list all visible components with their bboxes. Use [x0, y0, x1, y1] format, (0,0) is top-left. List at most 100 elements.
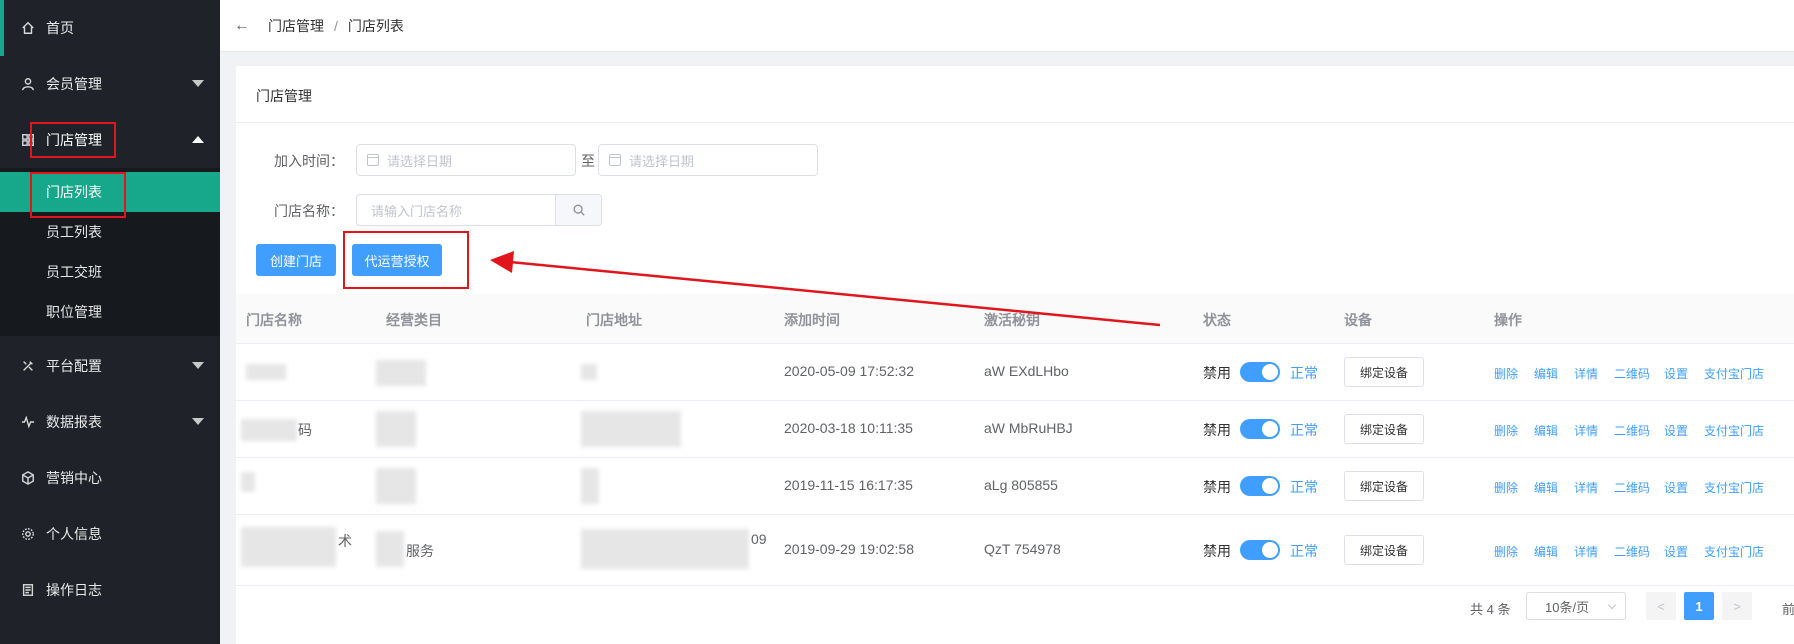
submenu-item-staff-list[interactable]: 员工列表	[0, 212, 220, 252]
bind-device-button[interactable]: 绑定设备	[1344, 357, 1424, 387]
table-row: 术 服务 09 2019-09-29 19:02:58 QzT 754978 禁…	[236, 515, 1794, 586]
edit-link[interactable]: 编辑	[1534, 365, 1558, 382]
detail-link[interactable]: 详情	[1574, 365, 1598, 382]
redacted-name	[246, 364, 286, 380]
store-name-input[interactable]: 请输入门店名称	[356, 194, 556, 226]
submenu-item-staff-shift[interactable]: 员工交班	[0, 252, 220, 292]
search-icon	[572, 204, 585, 216]
store-address: 09	[751, 531, 767, 547]
redacted-category	[376, 468, 416, 504]
sidebar-item-label: 首页	[46, 20, 74, 36]
detail-link[interactable]: 详情	[1574, 479, 1598, 496]
header-store-name: 门店名称	[246, 312, 302, 328]
date-placeholder: 请选择日期	[629, 153, 695, 169]
sidebar-item-platform[interactable]: 平台配置	[0, 338, 220, 394]
alipay-store-link[interactable]: 支付宝门店	[1704, 365, 1764, 382]
table-row: 2019-11-15 16:17:35 aLg 805855 禁用 正常 绑定设…	[236, 458, 1794, 515]
submenu-item-positions[interactable]: 职位管理	[0, 292, 220, 332]
next-page-button[interactable]: >	[1722, 592, 1752, 620]
sidebar-item-profile[interactable]: 个人信息	[0, 506, 220, 562]
sidebar-item-label: 营销中心	[46, 470, 102, 486]
to-label: 至	[581, 153, 595, 169]
start-date-input[interactable]: 请选择日期	[356, 144, 576, 176]
edit-link[interactable]: 编辑	[1534, 479, 1558, 496]
alipay-store-link[interactable]: 支付宝门店	[1704, 479, 1764, 496]
alipay-store-link[interactable]: 支付宝门店	[1704, 543, 1764, 560]
cube-icon	[20, 470, 36, 486]
bind-device-button[interactable]: 绑定设备	[1344, 471, 1424, 501]
alipay-store-link[interactable]: 支付宝门店	[1704, 422, 1764, 439]
status-toggle[interactable]	[1240, 362, 1280, 382]
sidebar-item-label: 个人信息	[46, 526, 102, 542]
chevron-down-icon	[192, 418, 204, 425]
calendar-icon	[367, 154, 379, 166]
status-toggle[interactable]	[1240, 419, 1280, 439]
sidebar: 首页 会员管理 门店管理 门店列表 员工列表 员工交班 职位管理 平台配置 数据…	[0, 0, 220, 644]
store-name-label: 门店名称：	[274, 203, 344, 219]
status-enabled-label: 正常	[1290, 365, 1318, 381]
tools-icon	[20, 358, 36, 374]
status-toggle[interactable]	[1240, 540, 1280, 560]
chevron-down-icon	[1607, 600, 1617, 610]
redacted-name	[241, 527, 336, 567]
page-1-button[interactable]: 1	[1684, 592, 1714, 620]
header-status: 状态	[1203, 312, 1231, 328]
back-arrow-icon[interactable]: ←	[234, 17, 250, 35]
status-enabled-label: 正常	[1290, 479, 1318, 495]
delete-link[interactable]: 删除	[1494, 479, 1518, 496]
sidebar-item-home[interactable]: 首页	[0, 0, 220, 56]
pulse-icon	[20, 414, 36, 430]
add-time: 2020-05-09 17:52:32	[784, 363, 914, 379]
sidebar-item-label: 平台配置	[46, 358, 102, 374]
status-toggle[interactable]	[1240, 476, 1280, 496]
page-size-select[interactable]: 10条/页	[1526, 592, 1626, 620]
status-disabled-label: 禁用	[1203, 365, 1231, 381]
store-name: 术	[338, 533, 352, 549]
redacted-category	[376, 531, 404, 567]
header-operations: 操作	[1494, 312, 1522, 328]
prev-page-button[interactable]: <	[1646, 592, 1676, 620]
edit-link[interactable]: 编辑	[1534, 422, 1558, 439]
pagination-total: 共 4 条	[1470, 602, 1511, 617]
status-enabled-label: 正常	[1290, 422, 1318, 438]
sidebar-item-reports[interactable]: 数据报表	[0, 394, 220, 450]
qrcode-link[interactable]: 二维码	[1614, 422, 1650, 439]
settings-link[interactable]: 设置	[1664, 479, 1688, 496]
settings-link[interactable]: 设置	[1664, 543, 1688, 560]
detail-link[interactable]: 详情	[1574, 543, 1598, 560]
sidebar-item-logs[interactable]: 操作日志	[0, 562, 220, 618]
redacted-address	[581, 468, 599, 504]
settings-link[interactable]: 设置	[1664, 422, 1688, 439]
table-row: 码 2020-03-18 10:11:35 aW MbRuHBJ 禁用 正常 绑…	[236, 401, 1794, 458]
edit-link[interactable]: 编辑	[1534, 543, 1558, 560]
detail-link[interactable]: 详情	[1574, 422, 1598, 439]
redacted-address	[581, 364, 597, 380]
chevron-down-icon	[192, 362, 204, 369]
qrcode-link[interactable]: 二维码	[1614, 365, 1650, 382]
bind-device-button[interactable]: 绑定设备	[1344, 414, 1424, 444]
delete-link[interactable]: 删除	[1494, 543, 1518, 560]
activation-key: aW EXdLHbo	[984, 363, 1069, 379]
annotation-box-authorize	[343, 231, 469, 289]
delete-link[interactable]: 删除	[1494, 365, 1518, 382]
qrcode-link[interactable]: 二维码	[1614, 543, 1650, 560]
qrcode-link[interactable]: 二维码	[1614, 479, 1650, 496]
sidebar-item-members[interactable]: 会员管理	[0, 56, 220, 112]
table-header: 门店名称 经营类目 门店地址 添加时间 激活秘钥 状态 设备 操作	[236, 294, 1794, 344]
delete-link[interactable]: 删除	[1494, 422, 1518, 439]
bind-device-button[interactable]: 绑定设备	[1344, 535, 1424, 565]
create-store-button[interactable]: 创建门店	[256, 244, 336, 276]
status-disabled-label: 禁用	[1203, 479, 1231, 495]
business-category: 服务	[406, 543, 434, 559]
breadcrumb-stores[interactable]: 门店管理	[268, 16, 324, 36]
end-date-input[interactable]: 请选择日期	[598, 144, 818, 176]
add-time: 2020-03-18 10:11:35	[784, 420, 913, 436]
search-button[interactable]	[556, 194, 602, 226]
sidebar-item-label: 操作日志	[46, 582, 102, 598]
gear-icon	[20, 526, 36, 542]
redacted-address	[581, 529, 749, 569]
redacted-category	[376, 360, 426, 386]
settings-link[interactable]: 设置	[1664, 365, 1688, 382]
sidebar-item-marketing[interactable]: 营销中心	[0, 450, 220, 506]
header-address: 门店地址	[586, 312, 642, 328]
